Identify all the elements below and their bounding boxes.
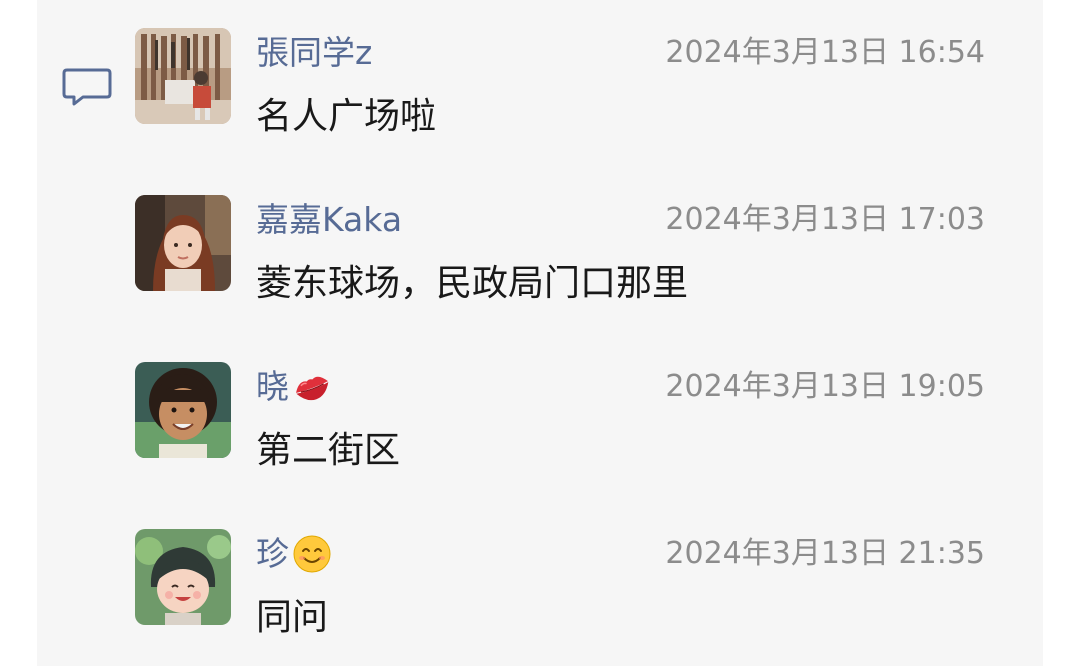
avatar[interactable] bbox=[135, 529, 231, 625]
comment-item: 晓 2024年3月13日 19:05 第二街区 bbox=[135, 362, 985, 502]
comment-text: 菱东球场，民政局门口那里 bbox=[256, 263, 689, 304]
comment-timestamp: 2024年3月13日 17:03 bbox=[665, 202, 985, 237]
comment-item: 珍 2024年3月13日 21:35 同问 bbox=[135, 529, 985, 669]
comment-timestamp: 2024年3月13日 21:35 bbox=[665, 536, 985, 571]
comment-item: 嘉嘉Kaka 2024年3月13日 17:03 菱东球场，民政局门口那里 bbox=[135, 195, 985, 335]
avatar[interactable] bbox=[135, 28, 231, 124]
comment-text: 名人广场啦 bbox=[256, 96, 437, 137]
comment-icon bbox=[62, 68, 112, 106]
lips-emoji-icon bbox=[296, 376, 329, 401]
comment-text: 第二街区 bbox=[256, 430, 401, 471]
comment-text: 同问 bbox=[256, 597, 329, 638]
commenter-name[interactable]: 嘉嘉Kaka bbox=[256, 198, 402, 242]
smiling-face-emoji-icon bbox=[293, 535, 331, 573]
commenter-name[interactable]: 晓 bbox=[256, 365, 289, 409]
avatar[interactable] bbox=[135, 362, 231, 458]
avatar[interactable] bbox=[135, 195, 231, 291]
commenter-name[interactable]: 張同学z bbox=[256, 31, 372, 75]
commenter-name[interactable]: 珍 bbox=[256, 532, 289, 576]
comment-timestamp: 2024年3月13日 16:54 bbox=[665, 35, 985, 70]
comment-timestamp: 2024年3月13日 19:05 bbox=[665, 369, 985, 404]
comment-item: 張同学z 2024年3月13日 16:54 名人广场啦 bbox=[135, 28, 985, 168]
